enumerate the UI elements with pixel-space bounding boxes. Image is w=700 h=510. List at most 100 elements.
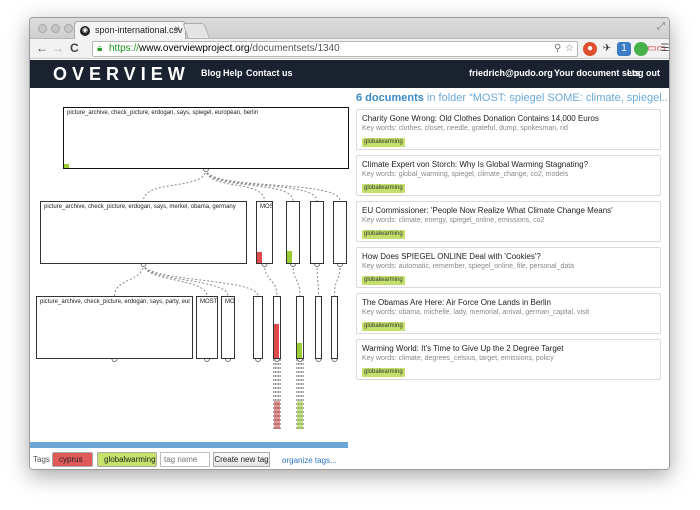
app-navbar: OVERVIEW Blog Help Contact us friedrich@… (30, 60, 669, 88)
document-tag: globalwarming (362, 322, 405, 331)
url-path: /documentsets/1340 (249, 43, 340, 54)
search-icon[interactable]: ⚲ (554, 42, 561, 56)
tree-node-label (254, 297, 262, 299)
address-bar[interactable]: 🔒︎ https://www.overviewproject.org/docum… (92, 41, 578, 57)
green-extension-icon[interactable] (634, 42, 648, 56)
tree-connector (205, 168, 265, 202)
fullscreen-icon[interactable]: ⤢ (657, 21, 665, 32)
document-title[interactable]: How Does SPIEGEL ONLINE Deal with 'Cooki… (362, 252, 541, 261)
tags-label: Tags (33, 455, 50, 464)
document-title[interactable]: Warming World: It's Time to Give Up the … (362, 344, 563, 353)
back-icon[interactable]: ← (36, 41, 48, 55)
document-title[interactable]: Charity Gone Wrong: Old Clothes Donation… (362, 114, 599, 123)
document-tag: globalwarming (362, 138, 405, 147)
tree-connector (292, 263, 301, 297)
tree-node[interactable] (296, 296, 304, 359)
tag-name-input[interactable] (160, 452, 210, 467)
browser-tab[interactable]: ◉ spon-international.csv × (74, 21, 186, 39)
extension-badge-icon[interactable]: 1 (617, 42, 631, 56)
ublock-extension-icon[interactable]: ● (583, 42, 597, 56)
leaf-tag-bar (297, 401, 303, 429)
close-window-dot[interactable] (38, 24, 47, 33)
create-new-tag-button[interactable]: Create new tag (213, 452, 270, 467)
tree-node[interactable]: MOST (256, 201, 273, 264)
document-item[interactable]: Charity Gone Wrong: Old Clothes Donation… (356, 109, 661, 150)
tree-node-label (287, 202, 299, 204)
document-item[interactable]: Warming World: It's Time to Give Up the … (356, 339, 661, 380)
document-tag: globalwarming (362, 276, 405, 285)
new-tab-button[interactable] (182, 23, 210, 38)
keywords-label: Key words: (362, 263, 397, 270)
tree-node[interactable] (253, 296, 263, 359)
tree-node[interactable]: picture_archive, check_picture, erdogan,… (40, 201, 247, 264)
document-keywords: Key words: global_warming, spiegel, clim… (362, 171, 568, 178)
nav-blog-link[interactable]: Blog (201, 68, 221, 78)
tree-connector (205, 168, 341, 202)
nav-contact-link[interactable]: Contact us (246, 68, 293, 78)
document-title[interactable]: Climate Expert von Storch: Why Is Global… (362, 160, 588, 169)
tree-connector (143, 263, 259, 297)
organize-tags-link[interactable]: organize tags... (282, 456, 337, 465)
tree-connector (205, 168, 294, 202)
document-tag: globalwarming (362, 184, 405, 193)
browser-toolbar: ← → C 🔒︎ https://www.overviewproject.org… (30, 39, 669, 59)
tree-node[interactable]: picture_archive, check_picture, erdogan,… (36, 296, 193, 359)
tag-cyprus[interactable]: cyprus (52, 452, 93, 467)
keywords-value: clothes, closet, needle, grateful, dump,… (398, 125, 568, 132)
favicon-icon: ◉ (80, 26, 90, 36)
tree-node[interactable] (310, 201, 324, 264)
tree-node[interactable] (333, 201, 347, 264)
main-content: picture_archive, check_picture, erdogan,… (30, 88, 669, 469)
tag-bar: Tags cyprus globalwarming Create new tag… (30, 449, 350, 469)
nav-help-link[interactable]: Help (223, 68, 243, 78)
document-tag: globalwarming (362, 230, 405, 239)
tree-node[interactable] (273, 296, 281, 359)
tree-connector (264, 263, 278, 297)
tree-node-label (332, 297, 337, 299)
tree-node-label (316, 297, 321, 299)
bookmark-star-icon[interactable]: ☆ (565, 42, 574, 56)
close-tab-icon[interactable]: × (174, 24, 180, 35)
zoom-window-dot[interactable] (64, 24, 73, 33)
minimize-window-dot[interactable] (51, 24, 60, 33)
tree-pane: picture_archive, check_picture, erdogan,… (30, 88, 350, 448)
document-item[interactable]: EU Commissioner: 'People Now Realize Wha… (356, 201, 661, 242)
keywords-label: Key words: (362, 309, 397, 316)
tree-node[interactable] (315, 296, 322, 359)
nav-logout-link[interactable]: Log out (627, 68, 660, 78)
document-keywords: Key words: obama, michelle, lady, memori… (362, 309, 589, 316)
tree-node[interactable]: picture_archive, check_picture, erdogan,… (63, 107, 349, 169)
tree-scrollbar[interactable] (30, 442, 348, 448)
keywords-value: automatic, remember, spiegel_online, fil… (398, 263, 575, 270)
tree-node[interactable] (286, 201, 300, 264)
tree-node[interactable]: MO (221, 296, 235, 359)
document-keywords: Key words: automatic, remember, spiegel_… (362, 263, 574, 270)
tree-connector (316, 263, 319, 297)
document-list-heading: 6 documents in folder “MOST: spiegel SOM… (356, 92, 668, 104)
document-title[interactable]: The Obamas Are Here: Air Force One Lands… (362, 298, 551, 307)
forward-icon[interactable]: → (52, 41, 64, 55)
tree-connector (114, 263, 144, 297)
overview-logo[interactable]: OVERVIEW (53, 64, 190, 85)
tree-connector (143, 263, 208, 297)
document-title[interactable]: EU Commissioner: 'People Now Realize Wha… (362, 206, 613, 215)
menu-icon[interactable]: ☰ (658, 42, 669, 56)
document-item[interactable]: Climate Expert von Storch: Why Is Global… (356, 155, 661, 196)
reload-icon[interactable]: C (70, 41, 79, 55)
keywords-value: climate, energy, spiegel_online, emissio… (398, 217, 545, 224)
tree-node[interactable] (331, 296, 338, 359)
document-item[interactable]: How Does SPIEGEL ONLINE Deal with 'Cooki… (356, 247, 661, 288)
tree-connector (143, 263, 229, 297)
pin-extension-icon[interactable]: ✈ (600, 42, 614, 56)
tree-connector (205, 168, 318, 202)
nav-user[interactable]: friedrich@pudo.org (469, 68, 553, 78)
url-scheme: https:// (109, 43, 140, 54)
tree-node-label (274, 297, 280, 299)
keywords-label: Key words: (362, 217, 397, 224)
keywords-value: global_warming, spiegel, climate_change,… (398, 171, 569, 178)
document-keywords: Key words: climate, energy, spiegel_onli… (362, 217, 544, 224)
tree-node[interactable]: MOST: (196, 296, 218, 359)
tag-globalwarming[interactable]: globalwarming (97, 452, 157, 467)
tree-node-label: MOST (260, 204, 272, 210)
document-item[interactable]: The Obamas Are Here: Air Force One Lands… (356, 293, 661, 334)
